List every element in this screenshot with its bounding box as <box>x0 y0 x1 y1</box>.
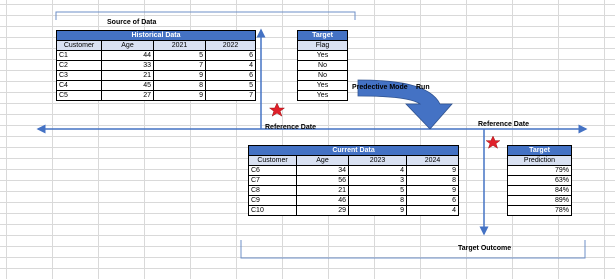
column-header: 2024 <box>405 155 460 166</box>
run-label: Run <box>416 84 430 91</box>
cell[interactable]: 44 <box>101 50 154 61</box>
cell[interactable]: C8 <box>248 185 297 196</box>
column-header: Customer <box>248 155 297 166</box>
reference-date-label-right: Reference Date <box>478 121 529 128</box>
table-row: C3 21 9 6 <box>56 70 257 81</box>
table-row: C6 34 4 9 <box>248 165 460 176</box>
star-icon <box>268 102 286 117</box>
cell[interactable]: 21 <box>296 185 349 196</box>
cell[interactable]: 5 <box>348 185 407 196</box>
cell[interactable]: 34 <box>296 165 349 176</box>
cell[interactable]: 84% <box>507 185 572 196</box>
cell[interactable]: No <box>297 60 348 71</box>
table-row: No <box>297 60 348 71</box>
historical-data-table: Historical Data Customer Age 2021 2022 C… <box>55 30 257 101</box>
cell[interactable]: 8 <box>348 195 407 206</box>
cell[interactable]: 8 <box>153 80 206 91</box>
cell[interactable]: 4 <box>348 165 407 176</box>
source-of-data-label: Source of Data <box>107 19 157 26</box>
outcome-bracket <box>240 240 586 259</box>
historical-title: Historical Data <box>55 30 257 41</box>
table-row: C5 27 9 7 <box>56 90 257 101</box>
cell[interactable]: 4 <box>405 205 460 216</box>
column-header: Prediction <box>507 155 572 166</box>
cell[interactable]: C6 <box>248 165 297 176</box>
column-header: Flag <box>297 40 348 51</box>
cell[interactable]: C7 <box>248 175 297 186</box>
table-row: No <box>297 70 348 81</box>
cell[interactable]: 9 <box>153 90 206 101</box>
cell[interactable]: 6 <box>204 70 257 81</box>
table-row: C10 29 9 4 <box>248 205 460 216</box>
cell[interactable]: 63% <box>507 175 572 186</box>
cell[interactable]: 4 <box>204 60 257 71</box>
target-flag-table: Target Flag Yes No No Yes Yes <box>297 30 348 101</box>
reference-date-label-left: Reference Date <box>265 124 316 131</box>
cell[interactable]: 9 <box>405 165 460 176</box>
cell[interactable]: 45 <box>101 80 154 91</box>
cell[interactable]: C5 <box>56 90 102 101</box>
target-prediction-table: Target Prediction 79% 63% 84% 89% 78% <box>507 145 572 216</box>
column-header: Customer <box>56 40 102 51</box>
table-row: C8 21 5 9 <box>248 185 460 196</box>
table-row: 89% <box>507 195 572 206</box>
table-row: Yes <box>297 90 348 101</box>
cell[interactable]: No <box>297 70 348 81</box>
table-row: 63% <box>507 175 572 186</box>
table-row: C7 56 3 8 <box>248 175 460 186</box>
column-header: 2023 <box>348 155 407 166</box>
cell[interactable]: C4 <box>56 80 102 91</box>
table-row: C4 45 8 5 <box>56 80 257 91</box>
column-header: 2022 <box>204 40 257 51</box>
target-flag-title: Target <box>297 30 348 41</box>
cell[interactable]: 79% <box>507 165 572 176</box>
table-row: 79% <box>507 165 572 176</box>
source-bracket <box>55 11 356 20</box>
cell[interactable]: 6 <box>204 50 257 61</box>
cell[interactable]: 78% <box>507 205 572 216</box>
cell[interactable]: C3 <box>56 70 102 81</box>
cell[interactable]: 89% <box>507 195 572 206</box>
cell[interactable]: 33 <box>101 60 154 71</box>
cell[interactable]: 5 <box>153 50 206 61</box>
cell[interactable]: C10 <box>248 205 297 216</box>
cell[interactable]: C9 <box>248 195 297 206</box>
table-row: Yes <box>297 80 348 91</box>
cell[interactable]: 7 <box>153 60 206 71</box>
cell[interactable]: 9 <box>348 205 407 216</box>
cell[interactable]: 9 <box>153 70 206 81</box>
cell[interactable]: C1 <box>56 50 102 61</box>
current-title: Current Data <box>247 145 460 156</box>
cell[interactable]: 5 <box>204 80 257 91</box>
table-row: C2 33 7 4 <box>56 60 257 71</box>
cell[interactable]: Yes <box>297 50 348 61</box>
cell[interactable]: 56 <box>296 175 349 186</box>
cell[interactable]: Yes <box>297 80 348 91</box>
target-outcome-label: Target Outcome <box>458 245 512 252</box>
predictive-model-label: Predective Mode <box>352 84 408 91</box>
target-prediction-title: Target <box>507 145 572 156</box>
table-row: Yes <box>297 50 348 61</box>
cell[interactable]: 9 <box>405 185 460 196</box>
cell[interactable]: 6 <box>405 195 460 206</box>
column-header: Age <box>101 40 154 51</box>
star-icon <box>485 135 501 149</box>
column-header: 2021 <box>153 40 206 51</box>
cell[interactable]: 7 <box>204 90 257 101</box>
table-row: 84% <box>507 185 572 196</box>
cell[interactable]: 3 <box>348 175 407 186</box>
cell[interactable]: 8 <box>405 175 460 186</box>
current-data-table: Current Data Customer Age 2023 2024 C6 3… <box>247 145 460 216</box>
cell[interactable]: 46 <box>296 195 349 206</box>
cell[interactable]: 29 <box>296 205 349 216</box>
cell[interactable]: C2 <box>56 60 102 71</box>
cell[interactable]: Yes <box>297 90 348 101</box>
column-header: Age <box>296 155 349 166</box>
table-row: 78% <box>507 205 572 216</box>
table-row: C9 46 8 6 <box>248 195 460 206</box>
cell[interactable]: 27 <box>101 90 154 101</box>
cell[interactable]: 21 <box>101 70 154 81</box>
table-row: C1 44 5 6 <box>56 50 257 61</box>
